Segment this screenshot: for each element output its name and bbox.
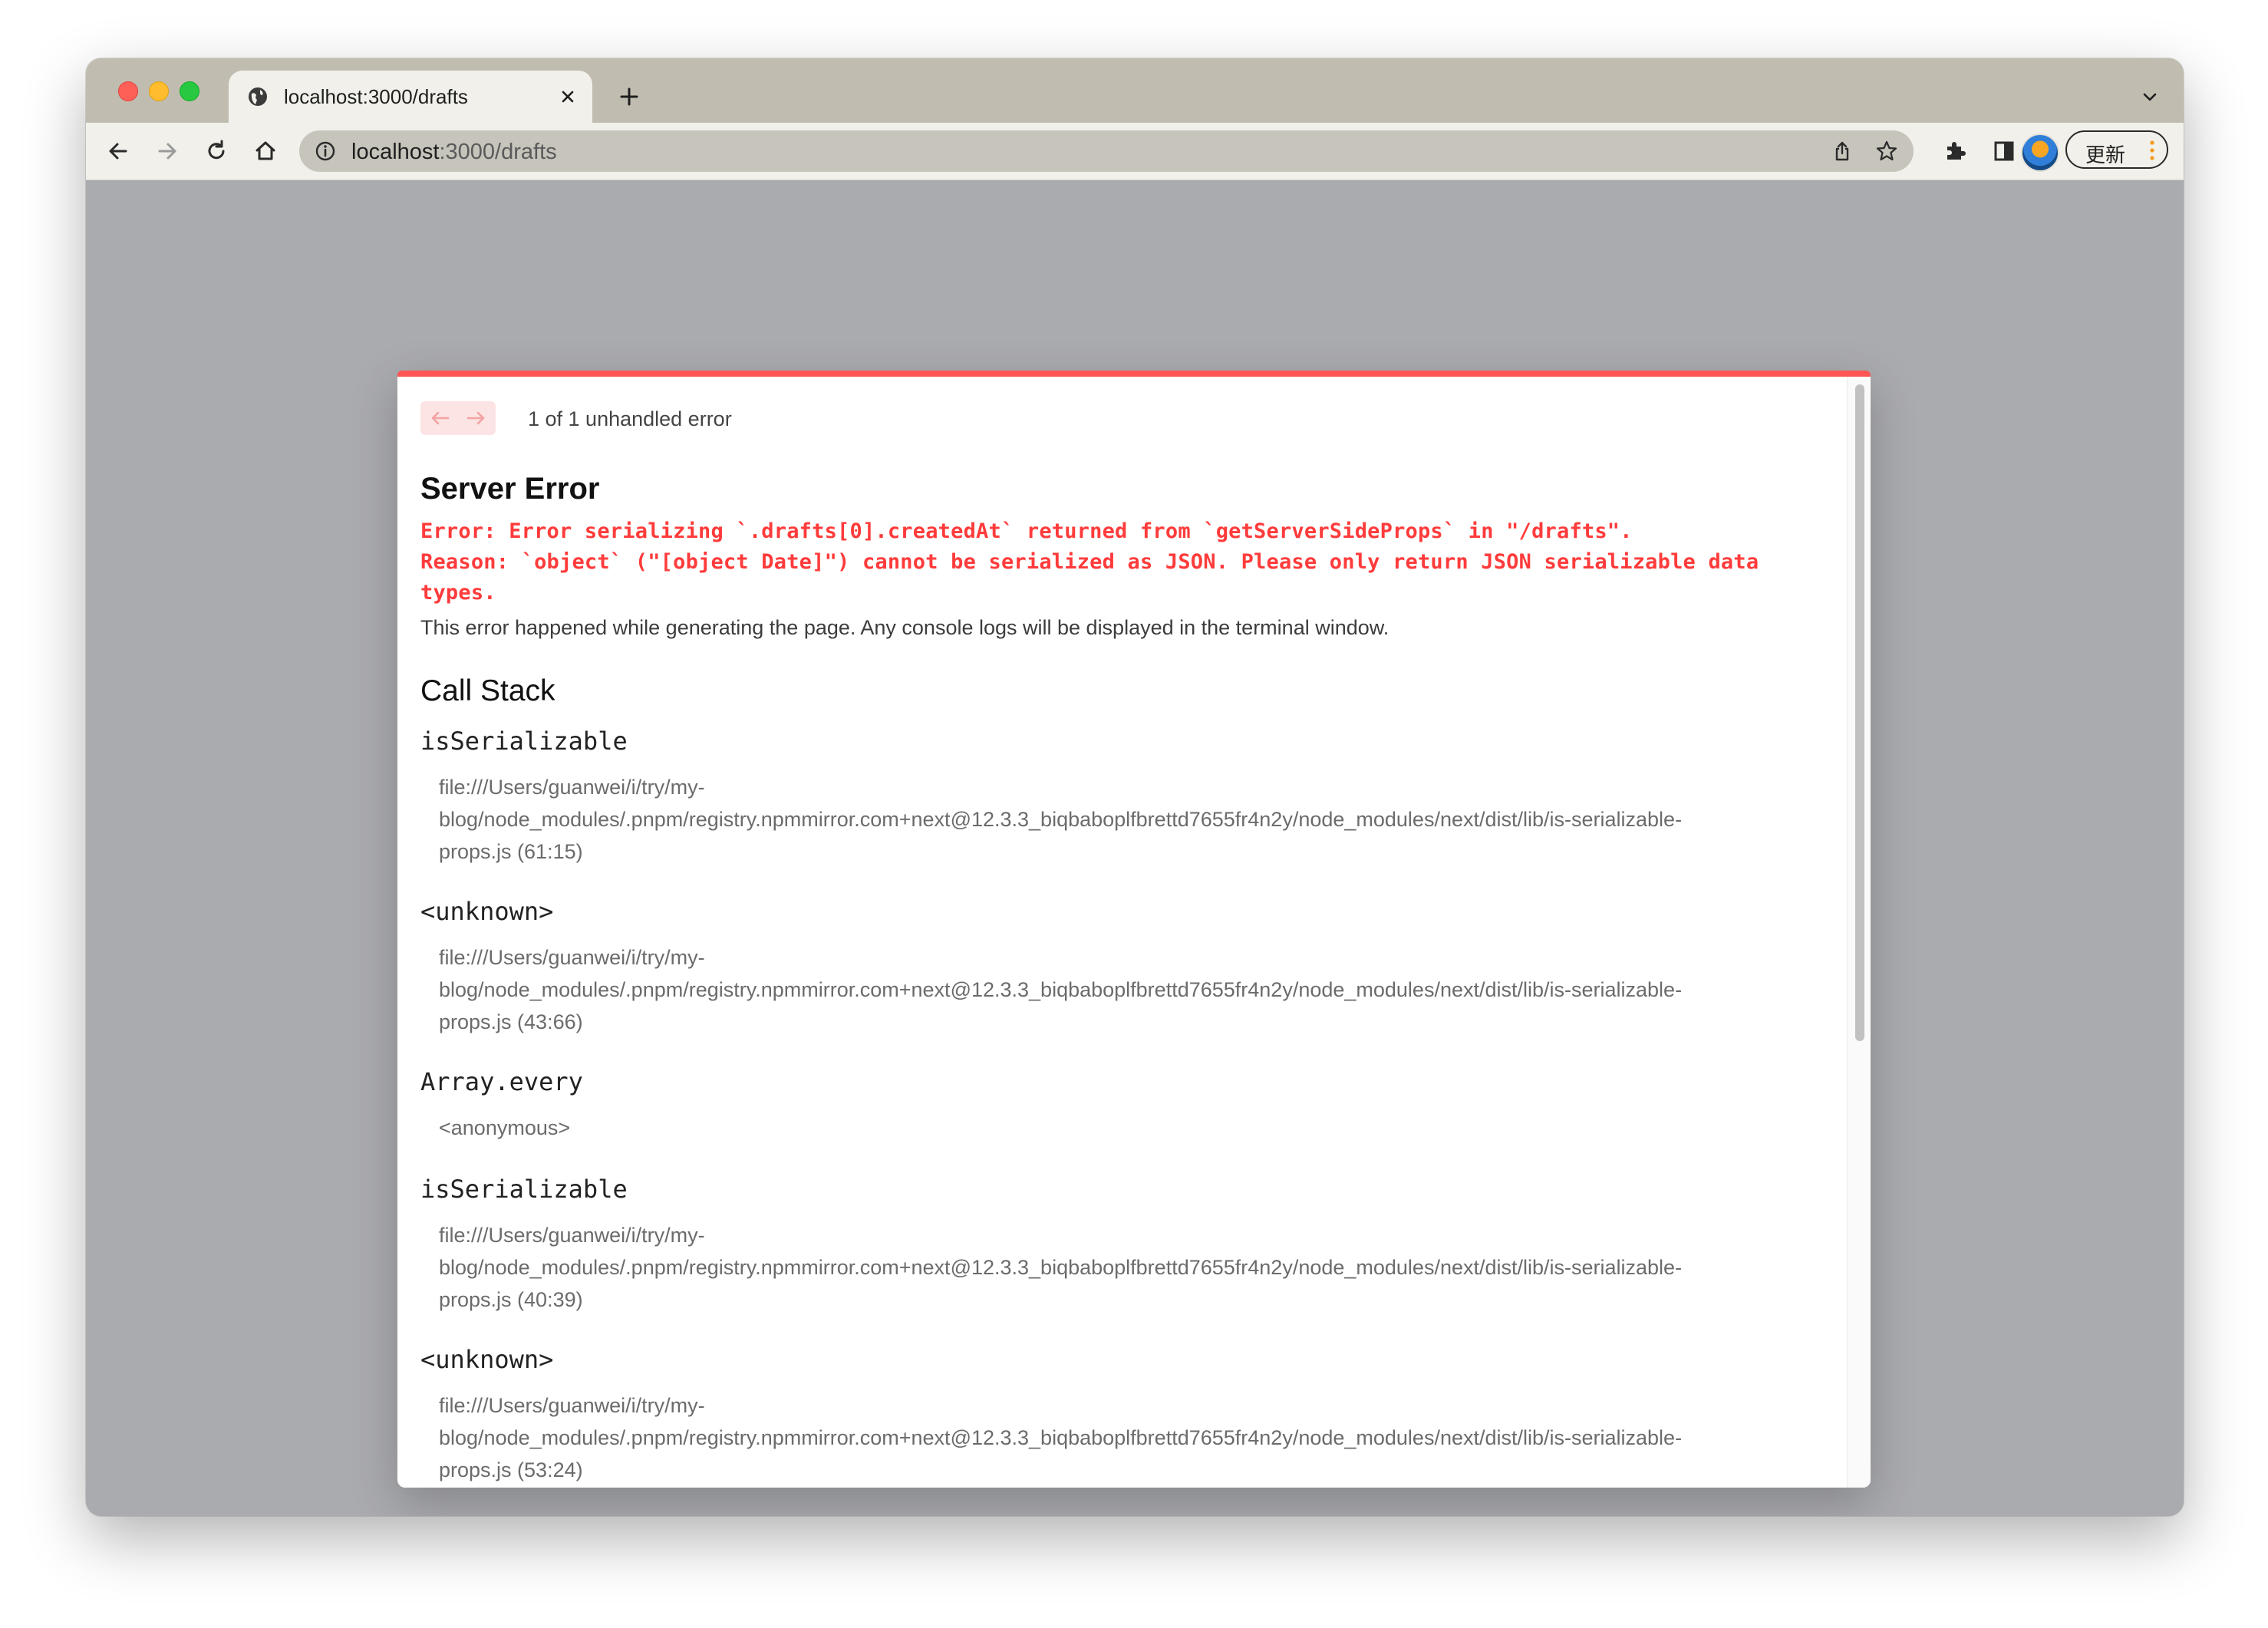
star-icon[interactable] — [1875, 140, 1898, 163]
stack-frame-location-line: props.js (43:66) — [439, 1010, 583, 1033]
maximize-window-button[interactable] — [180, 81, 199, 101]
reload-icon[interactable] — [201, 136, 232, 166]
error-message-line-3: types. — [420, 581, 496, 605]
stack-frame-location-line: props.js (61:15) — [439, 840, 583, 863]
plus-icon[interactable] — [617, 84, 641, 109]
url-text: localhost:3000/drafts — [351, 140, 557, 165]
stack-frame-location-line: file:///Users/guanwei/i/try/my- — [439, 946, 705, 969]
more-vertical-icon — [2150, 140, 2154, 160]
address-bar[interactable]: localhost:3000/drafts — [299, 130, 1914, 172]
stack-frame-location-line: blog/node_modules/.pnpm/registry.npmmirr… — [439, 808, 1683, 831]
tab-title: localhost:3000/drafts — [284, 85, 468, 108]
update-label: 更新 — [2085, 143, 2126, 166]
chevron-down-icon[interactable] — [2139, 86, 2161, 107]
stack-frame-name: <unknown> — [420, 897, 554, 926]
browser-window: localhost:3000/drafts localhost:3000/dra… — [86, 58, 2184, 1516]
page-content: 1 of 1 unhandled error Server Error Erro… — [86, 180, 2184, 1516]
tab-active[interactable]: localhost:3000/drafts — [229, 71, 592, 123]
stack-frame-location[interactable]: file:///Users/guanwei/i/try/my- blog/nod… — [439, 941, 1820, 1038]
scrollbar[interactable] — [1847, 377, 1871, 1488]
share-icon[interactable] — [1831, 140, 1854, 163]
error-message-line-2: Reason: `object` ("[object Date]") canno… — [420, 550, 1759, 574]
stack-frame-name: isSerializable — [420, 727, 628, 756]
stack-frame-location-line: file:///Users/guanwei/i/try/my- — [439, 776, 705, 799]
stack-frame-location-line: blog/node_modules/.pnpm/registry.npmmirr… — [439, 1256, 1683, 1279]
url-host: localhost — [351, 140, 440, 164]
close-icon[interactable] — [557, 86, 579, 107]
stack-frame-location-line: file:///Users/guanwei/i/try/my- — [439, 1394, 705, 1417]
stack-frame-location-line: <anonymous> — [439, 1116, 571, 1139]
stack-frame-location: <anonymous> — [439, 1112, 1820, 1144]
stack-frame-name: Array.every — [420, 1067, 583, 1096]
forward-arrow-icon[interactable] — [152, 136, 183, 166]
stack-frame-location-line: blog/node_modules/.pnpm/registry.npmmirr… — [439, 1426, 1683, 1449]
stack-frame-location-line: props.js (53:24) — [439, 1458, 583, 1481]
call-stack-title: Call Stack — [420, 674, 555, 707]
browser-toolbar: localhost:3000/drafts 更新 — [86, 123, 2184, 180]
stack-frame-location[interactable]: file:///Users/guanwei/i/try/my- blog/nod… — [439, 771, 1820, 868]
stack-frame-location-line: file:///Users/guanwei/i/try/my- — [439, 1224, 705, 1247]
url-path: :3000/drafts — [439, 140, 557, 164]
error-pagination — [420, 401, 496, 435]
stack-frame-name: <unknown> — [420, 1345, 554, 1374]
stack-frame-location[interactable]: file:///Users/guanwei/i/try/my- blog/nod… — [439, 1389, 1820, 1486]
error-message-line-1: Error: Error serializing `.drafts[0].cre… — [420, 519, 1633, 543]
globe-icon — [249, 87, 267, 106]
stack-frame-location-line: props.js (40:39) — [439, 1288, 583, 1311]
error-count: 1 of 1 unhandled error — [528, 407, 732, 430]
close-window-button[interactable] — [118, 81, 138, 101]
error-overlay-dialog: 1 of 1 unhandled error Server Error Erro… — [397, 371, 1871, 1488]
stack-frame-location[interactable]: file:///Users/guanwei/i/try/my- blog/nod… — [439, 1219, 1820, 1316]
home-icon[interactable] — [250, 136, 281, 166]
update-button[interactable]: 更新 — [2065, 130, 2168, 169]
arrow-right-icon[interactable] — [460, 406, 491, 430]
stack-frame-location-line: blog/node_modules/.pnpm/registry.npmmirr… — [439, 978, 1683, 1001]
error-description: This error happened while generating the… — [420, 616, 1389, 639]
scrollbar-thumb[interactable] — [1855, 384, 1864, 1041]
side-panel-icon[interactable] — [1989, 136, 2019, 166]
tab-strip: localhost:3000/drafts — [86, 58, 2184, 123]
back-arrow-icon[interactable] — [103, 136, 134, 166]
arrow-left-icon[interactable] — [425, 406, 456, 430]
stack-frame-name: isSerializable — [420, 1175, 628, 1204]
puzzle-icon[interactable] — [1940, 136, 1970, 166]
avatar[interactable] — [2021, 133, 2059, 172]
page-title: Server Error — [420, 472, 600, 506]
minimize-window-button[interactable] — [149, 81, 169, 101]
info-icon[interactable] — [315, 140, 336, 162]
